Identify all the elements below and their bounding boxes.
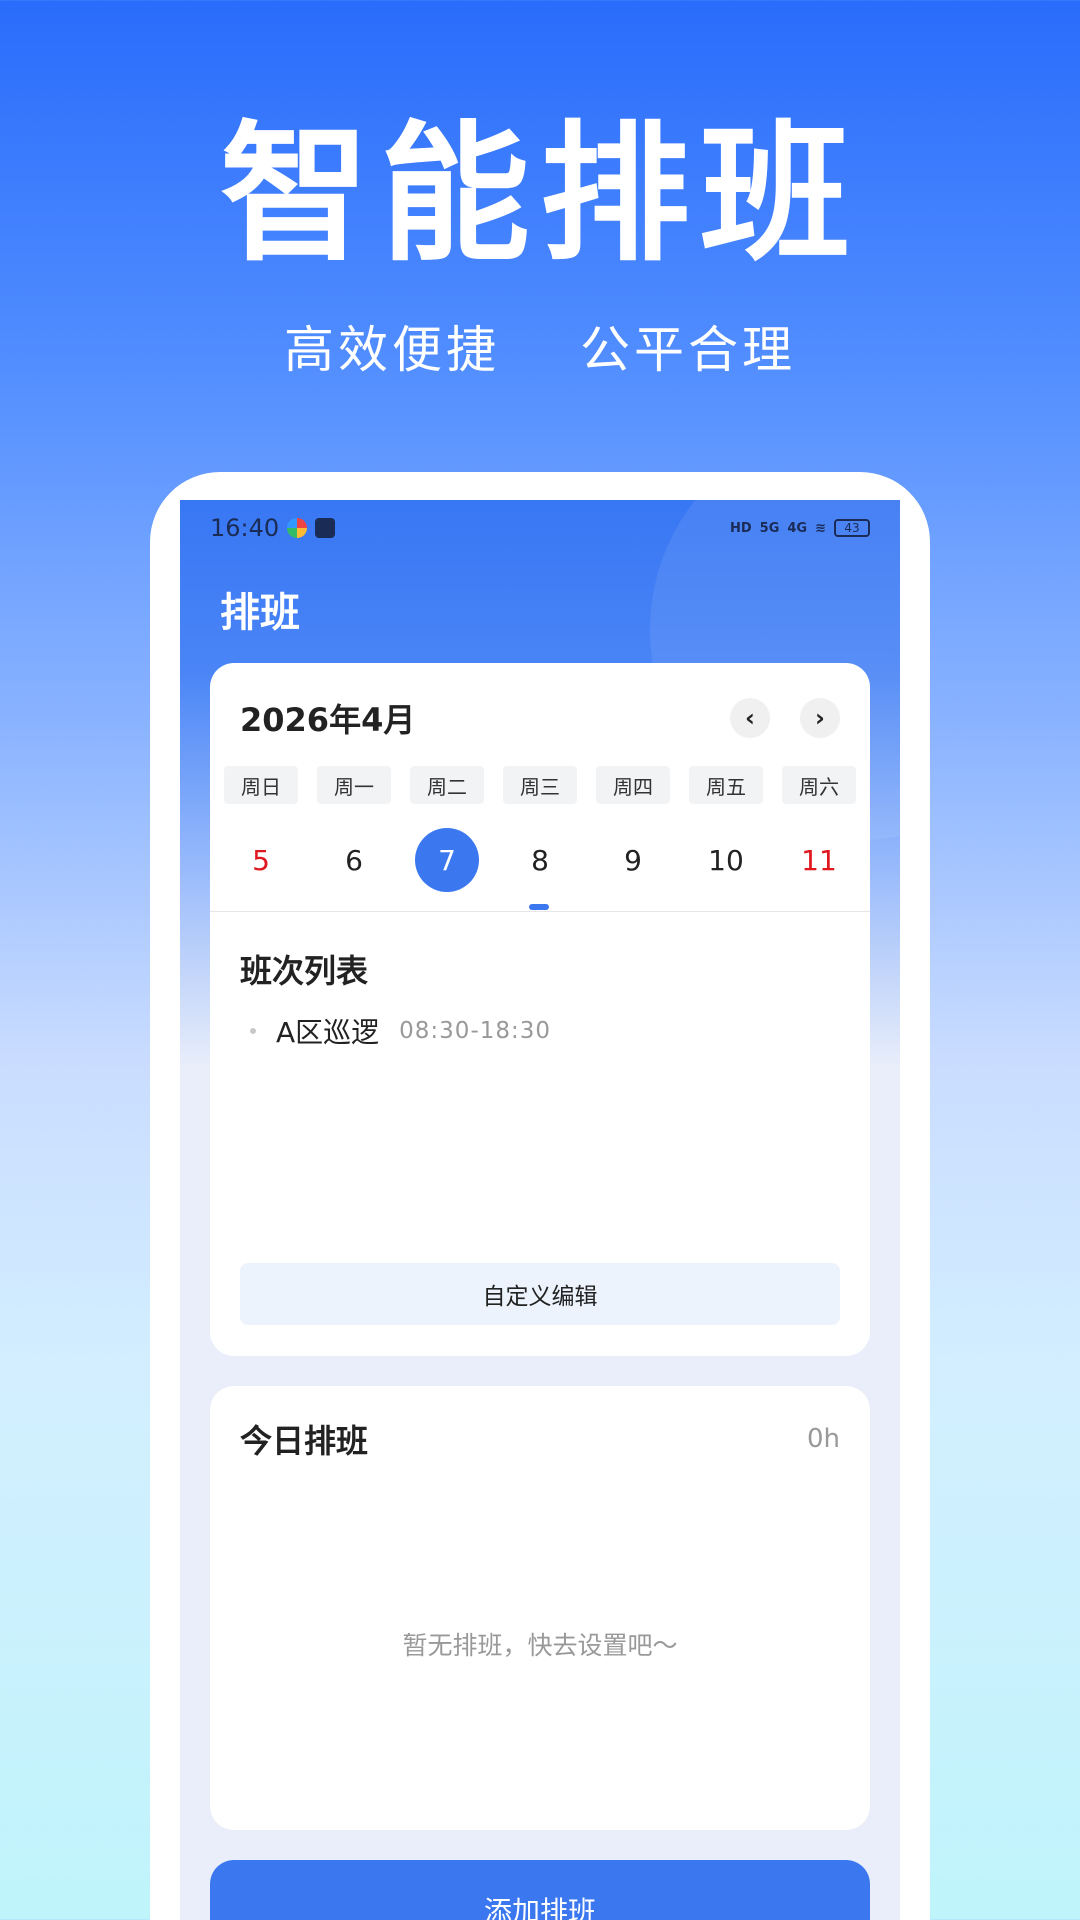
empty-state-text: 暂无排班，快去设置吧～ (402, 1631, 678, 1660)
day-number: 6 (345, 843, 363, 877)
weekday-label: 周六 (782, 766, 856, 804)
hero-title: 智能排班 (219, 108, 860, 282)
day-number: 10 (708, 843, 744, 877)
signal-4g-icon: 4G (787, 520, 808, 536)
signal-5g-icon: 5G (759, 520, 780, 536)
day-row: 5 6 7 8 9 10 11 (224, 826, 856, 894)
weekday-label: 周一 (317, 766, 391, 804)
day-number: 11 (801, 843, 837, 877)
weekday-label: 周二 (410, 766, 484, 804)
day-cell[interactable]: 11 (782, 826, 856, 894)
day-number: 9 (624, 843, 642, 877)
day-cell[interactable]: 10 (689, 826, 763, 894)
day-cell[interactable]: 9 (596, 826, 670, 894)
chevron-right-icon[interactable]: › (800, 698, 840, 738)
shift-list-title: 班次列表 (240, 952, 369, 990)
day-cell[interactable]: 8 (503, 826, 577, 894)
day-number: 5 (252, 843, 270, 877)
phone-screen: 16:40 HD 5G 4G ≋ 43 排班 2026年4月 ‹ › 周日 周一… (180, 500, 900, 1920)
hero-subtitle-left: 高效便捷 (284, 321, 500, 379)
calendar-card: 2026年4月 ‹ › 周日 周一 周二 周三 周四 周五 周六 5 6 7 8… (210, 663, 870, 1356)
month-label: 2026年4月 (240, 701, 416, 739)
day-number: 7 (415, 828, 479, 892)
weekday-label: 周日 (224, 766, 298, 804)
day-cell[interactable]: 6 (317, 826, 391, 894)
shift-name: A区巡逻 (276, 1016, 380, 1049)
custom-edit-button[interactable]: 自定义编辑 (240, 1263, 840, 1325)
list-item[interactable]: A区巡逻 08:30-18:30 (250, 1011, 551, 1051)
chevron-left-icon[interactable]: ‹ (730, 698, 770, 738)
weekday-label: 周五 (689, 766, 763, 804)
app-notification-icon (287, 518, 308, 538)
page-title: 排班 (220, 590, 300, 636)
day-cell[interactable]: 5 (224, 826, 298, 894)
battery-icon: 43 (834, 519, 870, 537)
month-header: 2026年4月 ‹ › (240, 693, 840, 743)
status-bar: 16:40 HD 5G 4G ≋ 43 (180, 500, 900, 556)
add-schedule-button[interactable]: 添加排班 (210, 1860, 870, 1920)
app-notification-icon-2 (315, 518, 336, 538)
day-number: 8 (531, 843, 549, 877)
hero-subtitle: 高效便捷 公平合理 (0, 310, 1080, 382)
wifi-icon: ≋ (815, 520, 826, 536)
status-time: 16:40 (210, 514, 280, 542)
weekday-header: 周日 周一 周二 周三 周四 周五 周六 (224, 766, 856, 804)
bullet-icon (250, 1028, 256, 1034)
shift-time: 08:30-18:30 (399, 1018, 552, 1044)
hd-icon: HD (729, 520, 752, 536)
divider (210, 911, 870, 912)
today-title: 今日排班 (240, 1422, 369, 1460)
weekday-label: 周三 (503, 766, 577, 804)
today-indicator (529, 904, 549, 910)
day-cell-selected[interactable]: 7 (410, 826, 484, 894)
hero-subtitle-right: 公平合理 (580, 321, 796, 379)
hours-total: 0h (806, 1424, 840, 1454)
today-schedule-card: 今日排班 0h 暂无排班，快去设置吧～ (210, 1386, 870, 1830)
weekday-label: 周四 (596, 766, 670, 804)
